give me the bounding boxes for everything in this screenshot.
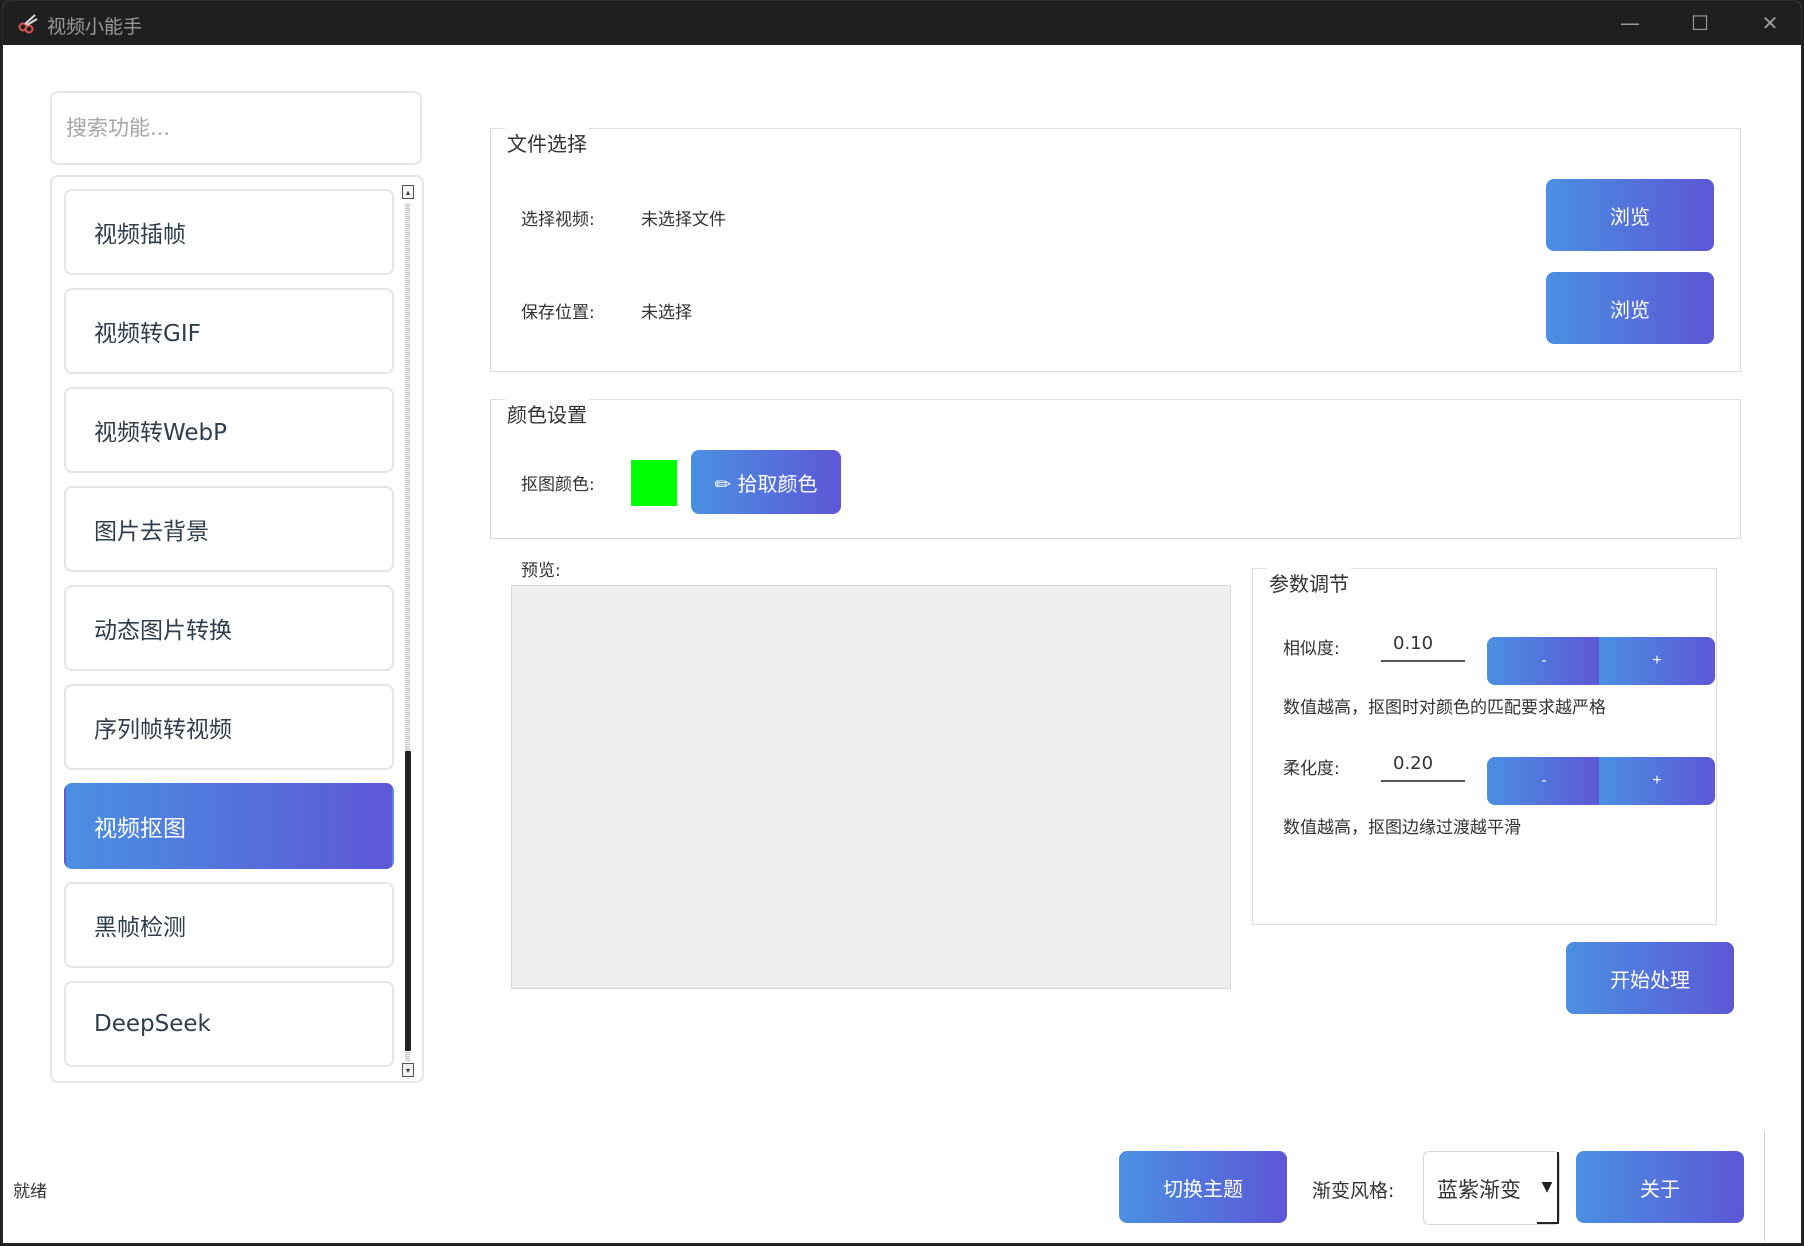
similarity-decrease-button[interactable]: - [1487, 637, 1601, 685]
window-title: 视频小能手 [47, 16, 143, 38]
dropdown-arrow-icon[interactable]: ▼ [1537, 1152, 1559, 1224]
preview-area [511, 585, 1231, 989]
similarity-input[interactable] [1381, 626, 1465, 662]
scroll-down-arrow[interactable]: ▾ [402, 1063, 414, 1077]
title-bar: 视频小能手 — ☐ ✕ [3, 1, 1801, 45]
status-text: 就绪 [13, 1182, 47, 1202]
video-select-label: 选择视频: [521, 210, 595, 230]
browse-save-button[interactable]: 浏览 [1546, 272, 1714, 344]
similarity-increase-button[interactable]: + [1599, 637, 1715, 685]
scroll-thumb[interactable] [405, 751, 411, 1051]
file-selection-group: 文件选择 选择视频: 未选择文件 浏览 保存位置: 未选择 浏览 [490, 128, 1741, 372]
pick-color-button[interactable]: ✏ 拾取颜色 [691, 450, 841, 514]
save-location-label: 保存位置: [521, 303, 595, 323]
switch-theme-button[interactable]: 切换主题 [1119, 1151, 1287, 1223]
parameter-title: 参数调节 [1267, 568, 1351, 597]
sidebar-item-deepseek[interactable]: DeepSeek [64, 981, 394, 1067]
start-processing-button[interactable]: 开始处理 [1566, 942, 1734, 1014]
app-window: 视频小能手 — ☐ ✕ 视频插帧 视频转GIF 视频转WebP 图片去背景 动态… [2, 0, 1802, 1244]
sidebar-item-frames-to-video[interactable]: 序列帧转视频 [64, 684, 394, 770]
sidebar-item-video-interpolation[interactable]: 视频插帧 [64, 189, 394, 275]
color-settings-group: 颜色设置 抠图颜色: ✏ 拾取颜色 [490, 399, 1741, 539]
scroll-up-arrow[interactable]: ▴ [402, 185, 414, 199]
gradient-style-select[interactable]: 蓝紫渐变 ▼ [1423, 1151, 1560, 1225]
smoothness-hint: 数值越高，抠图边缘过渡越平滑 [1283, 818, 1521, 838]
maximize-button[interactable]: ☐ [1665, 1, 1735, 45]
similarity-label: 相似度: [1283, 639, 1340, 659]
gradient-style-value: 蓝紫渐变 [1437, 1178, 1521, 1202]
about-button[interactable]: 关于 [1576, 1151, 1744, 1223]
close-button[interactable]: ✕ [1735, 1, 1801, 45]
function-list: 视频插帧 视频转GIF 视频转WebP 图片去背景 动态图片转换 序列帧转视频 … [50, 175, 424, 1083]
sidebar-item-animated-image-convert[interactable]: 动态图片转换 [64, 585, 394, 671]
minimize-button[interactable]: — [1595, 1, 1665, 45]
scissors-app-icon [18, 14, 38, 34]
divider [1764, 1131, 1765, 1241]
video-path-value: 未选择文件 [641, 210, 726, 230]
parameter-group: 参数调节 相似度: - + 数值越高，抠图时对颜色的匹配要求越严格 柔化度: -… [1252, 568, 1717, 925]
gradient-style-label: 渐变风格: [1312, 1180, 1395, 1202]
preview-label: 预览: [521, 561, 561, 581]
search-input[interactable] [50, 91, 422, 165]
color-settings-title: 颜色设置 [505, 399, 589, 428]
key-color-label: 抠图颜色: [521, 475, 595, 495]
sidebar-scrollbar[interactable]: ▴ ▾ [402, 185, 414, 1077]
smoothness-input[interactable] [1381, 746, 1465, 782]
file-selection-title: 文件选择 [505, 128, 589, 157]
sidebar-item-video-to-gif[interactable]: 视频转GIF [64, 288, 394, 374]
sidebar-item-black-frame-detection[interactable]: 黑帧检测 [64, 882, 394, 968]
sidebar-item-remove-background[interactable]: 图片去背景 [64, 486, 394, 572]
smoothness-label: 柔化度: [1283, 759, 1340, 779]
similarity-hint: 数值越高，抠图时对颜色的匹配要求越严格 [1283, 698, 1606, 718]
browse-video-button[interactable]: 浏览 [1546, 179, 1714, 251]
smoothness-increase-button[interactable]: + [1599, 757, 1715, 805]
save-path-value: 未选择 [641, 303, 692, 323]
sidebar-item-video-to-webp[interactable]: 视频转WebP [64, 387, 394, 473]
key-color-swatch [631, 460, 677, 506]
smoothness-decrease-button[interactable]: - [1487, 757, 1601, 805]
sidebar-item-video-matting[interactable]: 视频抠图 [64, 783, 394, 869]
